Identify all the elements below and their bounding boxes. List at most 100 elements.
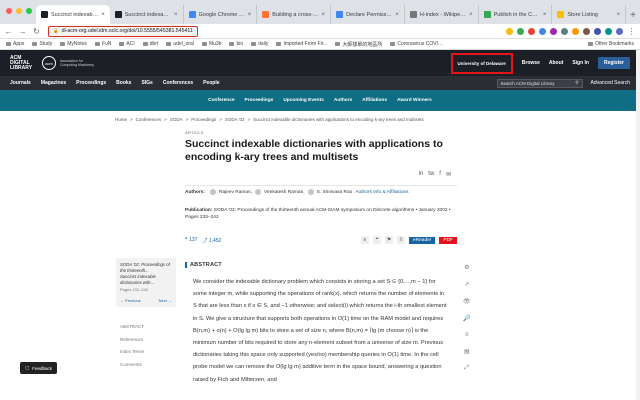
search-icon[interactable]: ⚲ (575, 80, 578, 86)
extension-icon[interactable] (561, 27, 568, 35)
nav-conferences[interactable]: Conferences (163, 80, 193, 86)
nav-books[interactable]: Books (116, 80, 131, 86)
publication-text[interactable]: SODA '02: Proceedings of the thirteenth … (185, 208, 451, 220)
breadcrumb-home[interactable]: Home (115, 117, 127, 122)
extension-icon[interactable] (605, 27, 612, 35)
subnav-conference[interactable]: Conference (208, 98, 234, 103)
table-icon[interactable]: ▤ (464, 348, 470, 355)
quote-icon[interactable]: ❝ (372, 236, 381, 244)
sign-in-link[interactable]: Sign In (572, 60, 589, 66)
browser-tab[interactable]: Declare Permissions and W× (331, 5, 405, 24)
acm-logo[interactable]: ACM DIGITAL LIBRARY acm Association for … (10, 56, 96, 71)
settings-icon[interactable]: ⚙ (464, 264, 469, 271)
author-link[interactable]: Rajeev Raman, (219, 190, 252, 195)
email-icon[interactable]: ✉ (446, 171, 451, 178)
bookmark-item[interactable]: daily (251, 41, 268, 47)
subnav-authors[interactable]: Authors (334, 98, 352, 103)
extension-icon[interactable] (517, 27, 524, 35)
author-link[interactable]: S. Srinivasa Rao (317, 190, 353, 195)
bookmark-item[interactable]: Apps (6, 41, 24, 47)
subnav-proceedings[interactable]: Proceedings (245, 98, 274, 103)
register-button[interactable]: Register (597, 57, 630, 69)
section-link-comments[interactable]: Comments (120, 359, 144, 372)
expand-icon[interactable]: ⤢ (464, 365, 469, 372)
subnav-upcoming-events[interactable]: Upcoming Events (283, 98, 324, 103)
reload-icon[interactable]: ↻ (32, 27, 41, 36)
facebook-icon[interactable]: f (439, 171, 441, 178)
institution-button[interactable]: University of Delaware (450, 52, 513, 74)
close-tab-icon[interactable]: × (248, 12, 252, 18)
bookmark-item[interactable]: dbrt (142, 41, 158, 47)
next-link[interactable]: Next → (159, 298, 172, 303)
bookmark-item[interactable]: 大師樣單的地區所 (335, 41, 382, 48)
minimize-window-icon[interactable] (16, 8, 22, 14)
nav-journals[interactable]: Journals (10, 80, 31, 86)
new-tab-icon[interactable]: + (626, 10, 640, 24)
url-input[interactable]: 🔒 dl-acm-org.udel.idm.oclc.org/doi/10.55… (48, 25, 198, 37)
extension-icon[interactable] (539, 27, 546, 35)
linkedin-icon[interactable]: in (419, 171, 424, 178)
extension-icon[interactable] (572, 27, 579, 35)
bookmark-item[interactable]: MyNotes (60, 41, 87, 47)
advanced-search-link[interactable]: Advanced Search (591, 80, 630, 86)
author-link[interactable]: Venkatesh Raman, (264, 190, 305, 195)
twitter-icon[interactable]: tw (428, 171, 434, 178)
close-tab-icon[interactable]: × (322, 12, 326, 18)
list-icon[interactable]: ≡ (465, 332, 469, 338)
ereader-button[interactable]: eReader (408, 236, 436, 244)
get-access-icon[interactable]: ≡ (360, 236, 369, 244)
feedback-button[interactable]: ▢ Feedback (20, 362, 58, 374)
profile-avatar[interactable] (616, 27, 623, 35)
extension-icon[interactable] (528, 27, 535, 35)
browser-tab[interactable]: H-index - Wikipedia × (405, 5, 479, 24)
breadcrumb-soda[interactable]: SODA (170, 117, 183, 122)
trend-icon[interactable]: ↗ (464, 281, 469, 288)
close-tab-icon[interactable]: × (395, 12, 399, 18)
section-link-references[interactable]: References (120, 334, 144, 347)
bookmark-item[interactable]: Coronavirus COVI... (390, 41, 442, 47)
search-input[interactable]: Search ACM Digital Library ⚲ (496, 78, 583, 88)
close-tab-icon[interactable]: × (617, 12, 621, 18)
browse-link[interactable]: Browse (522, 60, 540, 66)
bookmark-item[interactable]: bio (229, 41, 243, 47)
subnav-affiliations[interactable]: Affiliations (362, 98, 387, 103)
bookmark-item[interactable]: udel_oral (166, 41, 194, 47)
browser-tab[interactable]: Succinct indexable dictionar× (36, 5, 110, 24)
maximize-window-icon[interactable] (26, 8, 32, 14)
bookmark-item[interactable]: Imported From Fir... (276, 41, 327, 47)
browser-tab[interactable]: Publish in the Chrome We× (479, 5, 553, 24)
breadcrumb-conferences[interactable]: Conferences (136, 117, 162, 122)
eye-icon[interactable]: 👁 (463, 298, 471, 305)
subnav-award-winners[interactable]: Award Winners (397, 98, 432, 103)
back-arrow-icon[interactable]: ← (4, 27, 13, 36)
bookmark-item[interactable]: ACI (119, 41, 135, 47)
bookmark-item[interactable]: Study (32, 41, 52, 47)
menu-dots-icon[interactable]: ⋮ (627, 27, 636, 36)
close-window-icon[interactable] (6, 8, 12, 14)
extension-icon[interactable] (550, 27, 557, 35)
breadcrumb-proceedings[interactable]: Proceedings (191, 117, 216, 122)
breadcrumb-soda-02[interactable]: SODA '02 (225, 117, 245, 122)
previous-link[interactable]: ← Previous (120, 298, 141, 303)
download-count[interactable]: ⤴ 1,452 (202, 237, 221, 244)
pdf-button[interactable]: PDF (439, 236, 457, 244)
close-tab-icon[interactable]: × (543, 12, 547, 18)
nav-sigs[interactable]: SIGs (141, 80, 152, 86)
bookmark-icon[interactable]: ⚑ (384, 236, 393, 244)
section-link-abstract[interactable]: ABSTRACT (120, 321, 144, 334)
close-tab-icon[interactable]: × (101, 12, 105, 18)
browser-tab[interactable]: Succinct indexable dictiona× (110, 5, 184, 24)
share-icon[interactable]: ⇪ (396, 236, 405, 244)
about-link[interactable]: About (549, 60, 563, 66)
bookmark-item[interactable]: FuN (94, 41, 111, 47)
citation-count[interactable]: ❞ 137 (185, 237, 197, 243)
close-tab-icon[interactable]: × (174, 12, 178, 18)
forward-arrow-icon[interactable]: → (18, 27, 27, 36)
nav-proceedings[interactable]: Proceedings (76, 80, 106, 86)
bookmark-item[interactable]: Mu3b (201, 41, 221, 47)
other-bookmarks[interactable]: Other Bookmarks (588, 41, 634, 47)
authors-info-link[interactable]: Authors Info & Affiliations (355, 190, 408, 195)
section-link-index-terms[interactable]: Index Terms (120, 346, 144, 359)
nav-people[interactable]: People (203, 80, 219, 86)
nav-magazines[interactable]: Magazines (41, 80, 66, 86)
